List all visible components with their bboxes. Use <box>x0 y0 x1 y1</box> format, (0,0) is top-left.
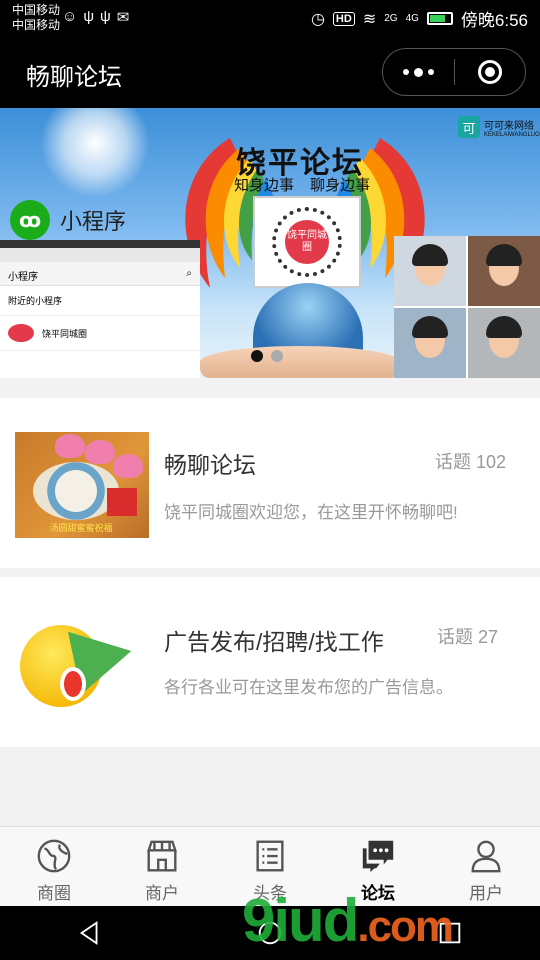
banner-subtitle: 知身边事 聊身边事 <box>234 177 371 194</box>
target-icon <box>477 60 502 84</box>
phone-status-bar <box>0 248 200 262</box>
wechat-icon: ✉ <box>116 9 130 26</box>
phone-app-logo-icon <box>8 324 34 342</box>
tab-label: 用户 <box>469 884 503 903</box>
brand-logo-icon: 可 <box>458 116 480 138</box>
carousel-dot[interactable] <box>251 350 263 362</box>
forum-item-chat[interactable]: 汤圆甜蜜蜜祝福 畅聊论坛 话题 102 饶平同城圈欢迎您，在这里开怀畅聊吧! <box>0 398 540 568</box>
forum-title: 畅聊论坛 <box>164 452 256 478</box>
carrier-1: 中国移动 <box>12 3 61 17</box>
status-right: ◷ HD ≋ 2G 4G 傍晚6:56 <box>311 6 528 31</box>
phone-row-app-label: 饶平同城圈 <box>42 328 88 339</box>
tab-label: 商圈 <box>37 884 71 903</box>
carrier-2: 中国移动 <box>12 18 61 32</box>
tulip-decoration <box>85 440 115 464</box>
qr-code: 饶平同城圈 <box>253 196 361 288</box>
sun-glow <box>40 108 150 198</box>
wifi-icon: ≋ <box>362 10 377 28</box>
forum-topic-count: 话题 27 <box>436 627 498 647</box>
portrait-photo <box>468 236 540 306</box>
brand-name: 可可来网络 <box>484 120 534 132</box>
brand-badge: 可 可可来网络 KEKELAIWANGLUO <box>458 116 540 138</box>
watermark-main: 9iud <box>242 887 359 954</box>
phone-row-nearby: 附近的小程序 <box>0 286 200 316</box>
list-icon <box>256 840 284 872</box>
brand-pinyin: KEKELAIWANGLUO <box>484 131 540 138</box>
tab-shangquan[interactable]: 商圈 <box>0 827 108 906</box>
signal-4g: 4G <box>405 13 419 24</box>
chat-icon <box>362 840 394 873</box>
forum-title: 广告发布/招聘/找工作 <box>164 629 384 655</box>
mini-program-capsule <box>382 48 526 96</box>
tab-shanghu[interactable]: 商户 <box>108 827 216 906</box>
qr-center-label: 饶平同城圈 <box>285 220 329 264</box>
phone-row-app: 饶平同城圈 <box>0 316 200 351</box>
carousel-dot[interactable] <box>271 350 283 362</box>
forum-topic-count: 话题 102 <box>434 452 506 472</box>
watermark-suffix: .com <box>357 902 454 951</box>
red-envelope-illustration <box>107 488 137 516</box>
globe-icon <box>37 839 71 873</box>
forum-thumbnail <box>16 607 140 717</box>
usb-debug-icon: ψ <box>100 8 111 25</box>
status-bar: 中国移动 中国移动 ☺ ψ ψ ✉ ◷ HD ≋ 2G 4G 傍晚6:56 <box>0 0 540 38</box>
tab-label: 商户 <box>145 884 179 903</box>
phone-screenshot: 小程序 ⌕ 附近的小程序 饶平同城圈 <box>0 240 200 378</box>
phone-header-title: 小程序 <box>8 272 38 283</box>
hd-badge: HD <box>332 11 355 26</box>
qr-pattern: 饶平同城圈 <box>272 207 342 277</box>
forum-description: 各行各业可在这里发布您的广告信息。 <box>164 678 453 697</box>
emoji-mouth <box>60 667 86 701</box>
shop-icon <box>147 840 177 872</box>
portrait-photo <box>394 236 466 306</box>
carrier-labels: 中国移动 中国移动 <box>12 3 60 33</box>
hand-illustration <box>200 346 400 378</box>
notification-icons: ☺ ψ ψ ✉ <box>62 8 129 26</box>
page-title: 畅聊论坛 <box>26 64 122 91</box>
back-icon[interactable] <box>76 919 104 947</box>
thumbnail-caption: 汤圆甜蜜蜜祝福 <box>49 523 113 533</box>
phone-row-nearby-label: 附近的小程序 <box>8 296 63 306</box>
battery-icon <box>426 12 453 25</box>
mini-program-badge: ꝏ 小程序 <box>10 200 126 240</box>
brand-text: 可可来网络 KEKELAIWANGLUO <box>484 117 540 138</box>
portrait-photo <box>394 308 466 378</box>
banner-carousel[interactable]: ꝏ 小程序 饶平论坛 知身边事 聊身边事 饶平同城圈 可 可可来网络 KEKEL… <box>0 108 540 378</box>
nav-bar: 畅聊论坛 <box>0 38 540 108</box>
portrait-photo <box>468 308 540 378</box>
forum-description: 饶平同城圈欢迎您，在这里开怀畅聊吧! <box>164 503 458 522</box>
tulip-decoration <box>55 434 85 458</box>
carousel-indicators <box>251 350 283 362</box>
forum-thumbnail: 汤圆甜蜜蜜祝福 <box>15 432 149 538</box>
close-mini-program-button[interactable] <box>455 49 526 95</box>
app-notification-icon: ☺ <box>62 8 78 25</box>
mini-program-label: 小程序 <box>60 209 127 234</box>
phone-header: 小程序 ⌕ <box>0 262 200 286</box>
usb-icon: ψ <box>83 8 95 25</box>
site-watermark: 9iud.com <box>242 886 454 955</box>
more-dots-icon <box>402 67 434 77</box>
tulip-decoration <box>113 454 143 478</box>
forum-item-ads[interactable]: 广告发布/招聘/找工作 话题 27 各行各业可在这里发布您的广告信息。 <box>0 577 540 747</box>
more-button[interactable] <box>383 49 454 95</box>
alarm-icon: ◷ <box>310 10 325 28</box>
phone-search-icon: ⌕ <box>186 268 192 279</box>
clock: 傍晚6:56 <box>460 11 528 30</box>
mini-program-logo-icon: ꝏ <box>10 200 50 240</box>
user-icon <box>471 840 501 873</box>
portrait-grid <box>394 236 540 378</box>
signal-2g: 2G <box>384 13 398 24</box>
